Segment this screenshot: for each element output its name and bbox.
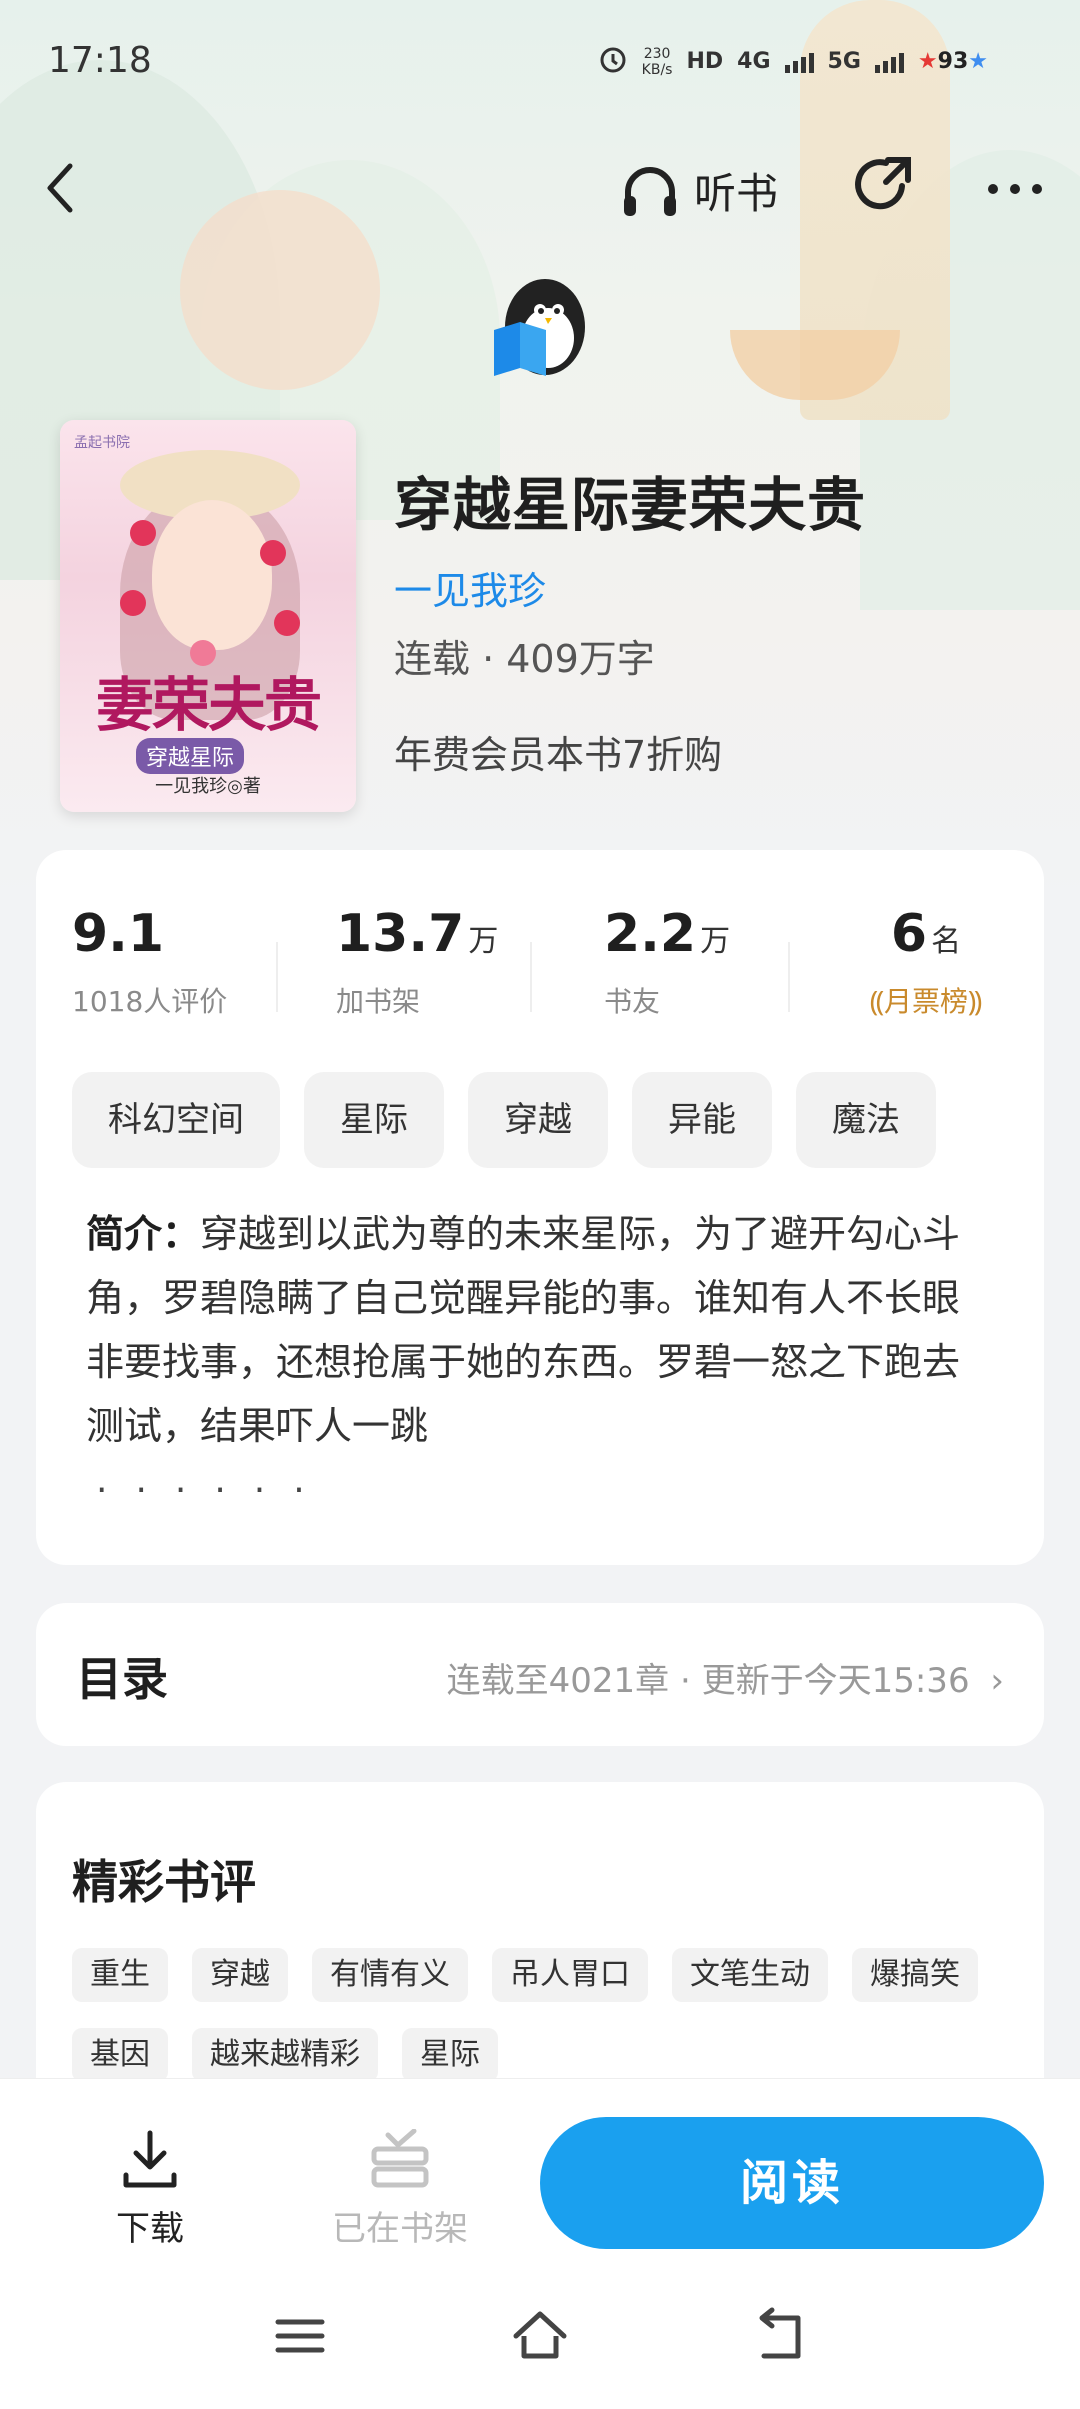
- signal-5g-icon: [874, 51, 904, 73]
- menu-icon[interactable]: [270, 2306, 330, 2366]
- back-button[interactable]: [40, 158, 80, 218]
- book-status-wordcount: 连载 · 409万字: [394, 637, 655, 681]
- stat-label: 月票榜: [883, 985, 968, 1018]
- in-bookshelf-label: 已在书架: [332, 2209, 468, 2249]
- stat-readers[interactable]: 2.2 万 书友: [604, 902, 854, 1020]
- headphones-icon: [624, 166, 676, 216]
- stat-monthly-rank[interactable]: 6名 ⸨月票榜⸩: [836, 902, 1016, 1020]
- reviews-title: 精彩书评: [72, 1855, 256, 1909]
- genre-tag[interactable]: 异能: [632, 1072, 772, 1168]
- stats-row: 9.1 1018人评价 13.7 万 加书架 2.2 万 书友 6名 ⸨月票榜⸩: [36, 902, 1044, 1022]
- stat-unit: 名: [931, 924, 962, 959]
- more-icon: [988, 184, 1042, 194]
- penguin-reader-icon: [490, 272, 590, 382]
- listen-label: 听书: [694, 169, 779, 218]
- intro-text: 穿越到以武为尊的未来星际，为了避开勾心斗角，罗碧隐瞒了自己觉醒异能的事。谁知有人…: [86, 1212, 961, 1448]
- top-nav: 听书: [0, 140, 1080, 240]
- review-tag[interactable]: 有情有义: [312, 1948, 468, 2002]
- network-5g-label: 5G: [827, 49, 861, 74]
- stat-label: 1018人评价: [72, 985, 228, 1018]
- in-bookshelf-button[interactable]: 已在书架: [320, 2128, 480, 2250]
- net-speed-value: 230: [643, 45, 671, 62]
- download-label: 下载: [116, 2209, 184, 2249]
- stat-label: 加书架: [336, 985, 421, 1018]
- member-promo[interactable]: 年费会员本书7折购: [394, 724, 722, 779]
- stat-value: 9.1: [72, 904, 165, 964]
- bookshelf-check-icon: [371, 2128, 429, 2188]
- laurel-left-icon: ⸨: [869, 985, 884, 1018]
- laurel-right-icon: ⸩: [968, 985, 983, 1018]
- hd-badge: HD: [686, 49, 724, 74]
- net-speed-unit: KB/s: [641, 61, 673, 78]
- stat-label: 书友: [604, 985, 661, 1018]
- stat-rating[interactable]: 9.1 1018人评价: [72, 902, 322, 1020]
- book-detail-card: 9.1 1018人评价 13.7 万 加书架 2.2 万 书友 6名 ⸨月票榜⸩ 科…: [36, 850, 1044, 1565]
- review-tag[interactable]: 重生: [72, 1948, 168, 2002]
- genre-tag[interactable]: 穿越: [468, 1072, 608, 1168]
- book-cover[interactable]: 孟起书院 妻荣夫贵 穿越星际 一见我珍◎著: [60, 420, 356, 812]
- intro-expand-ellipsis[interactable]: ······: [96, 1470, 333, 1511]
- review-tag[interactable]: 星际: [402, 2028, 498, 2082]
- stat-bookshelf[interactable]: 13.7 万 加书架: [336, 902, 586, 1020]
- author-link[interactable]: 一见我珍: [394, 560, 546, 615]
- genre-tag[interactable]: 科幻空间: [72, 1072, 280, 1168]
- cover-author: 一见我珍◎著: [155, 776, 261, 797]
- genre-tags: 科幻空间 星际 穿越 异能 魔法: [72, 1072, 936, 1168]
- review-tag[interactable]: 爆搞笑: [852, 1948, 978, 2002]
- review-tag[interactable]: 基因: [72, 2028, 168, 2082]
- download-button[interactable]: 下载: [90, 2129, 210, 2250]
- toc-update-info: 连载至4021章 · 更新于今天15:36 ›: [447, 1653, 1004, 1702]
- listen-button[interactable]: 听书: [620, 160, 778, 221]
- battery-indicator: ★93★: [917, 49, 988, 74]
- more-options-button[interactable]: [980, 162, 1050, 212]
- review-tag[interactable]: 文笔生动: [672, 1948, 828, 2002]
- cover-title: 妻荣夫贵: [95, 671, 322, 739]
- back-nav-icon[interactable]: [750, 2306, 810, 2366]
- stat-unit: 万: [700, 924, 731, 959]
- stat-unit: 万: [468, 924, 499, 959]
- review-tag[interactable]: 吊人胃口: [492, 1948, 648, 2002]
- book-intro[interactable]: 简介：穿越到以武为尊的未来星际，为了避开勾心斗角，罗碧隐瞒了自己觉醒异能的事。谁…: [86, 1202, 996, 1458]
- chevron-right-icon: ›: [990, 1661, 1004, 1701]
- cover-publisher: 孟起书院: [74, 435, 130, 451]
- network-4g-label: 4G: [737, 49, 771, 74]
- review-tag[interactable]: 穿越: [192, 1948, 288, 2002]
- toc-title: 目录: [76, 1652, 168, 1706]
- download-icon: [123, 2130, 177, 2188]
- intro-label: 简介：: [86, 1212, 201, 1256]
- book-title: 穿越星际妻荣夫贵: [394, 471, 867, 539]
- back-icon: [47, 163, 73, 213]
- alarm-icon: [598, 44, 628, 79]
- genre-tag[interactable]: 星际: [304, 1072, 444, 1168]
- battery-level: 93: [937, 49, 969, 74]
- system-nav-bar: [0, 2270, 1080, 2408]
- stat-value: 2.2: [604, 904, 697, 964]
- toc-card[interactable]: 目录 连载至4021章 · 更新于今天15:36 ›: [36, 1603, 1044, 1746]
- toc-info-text: 连载至4021章 · 更新于今天15:36: [446, 1661, 970, 1701]
- share-icon: [855, 157, 911, 210]
- review-tag[interactable]: 越来越精彩: [192, 2028, 378, 2082]
- stat-value: 6: [890, 904, 928, 964]
- genre-tag[interactable]: 魔法: [796, 1072, 936, 1168]
- stat-value: 13.7: [336, 904, 465, 964]
- status-time: 17:18: [48, 40, 152, 81]
- signal-4g-icon: [784, 51, 814, 73]
- net-speed: 230 KB/s: [642, 46, 673, 78]
- share-button[interactable]: [850, 152, 916, 218]
- review-tags: 重生 穿越 有情有义 吊人胃口 文笔生动 爆搞笑 基因 越来越精彩 星际: [72, 1948, 1032, 2082]
- status-bar: 17:18 230 KB/s HD 4G 5G ★93★: [0, 0, 1080, 110]
- cover-subtitle: 穿越星际: [136, 738, 245, 774]
- home-icon[interactable]: [510, 2306, 570, 2366]
- read-button[interactable]: 阅读: [540, 2117, 1044, 2249]
- status-icons: 230 KB/s HD 4G 5G ★93★: [598, 44, 988, 79]
